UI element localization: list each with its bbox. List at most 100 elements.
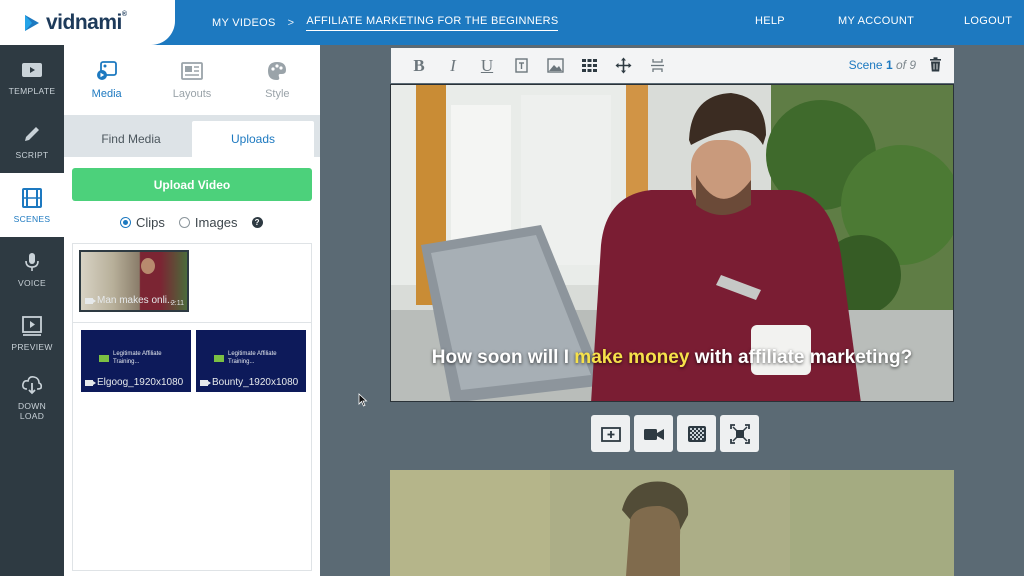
images-radio-dot [178,217,190,228]
tab-media[interactable]: Media [64,45,149,115]
scene-counter: Scene 1 of 9 [849,58,916,72]
breadcrumb: MY VIDEOS > AFFILIATE MARKETING FOR THE … [212,15,559,31]
clips-radio-label: Clips [136,215,165,230]
clip-name: Elgoog_1920x1080 [97,377,184,388]
breadcrumb-separator: > [287,17,295,29]
image-icon [546,58,564,73]
video-camera-icon [85,297,96,304]
media-type-filter: Clips Images ? [120,215,263,230]
tab-layouts[interactable]: Layouts [149,45,234,115]
film-icon [22,187,42,208]
rail-item-scenes[interactable]: SCENES [0,173,64,237]
image-button[interactable] [538,55,572,77]
text-toolbar: B I U Scene 1 of 9 [391,48,954,83]
clips-radio[interactable]: Clips [120,215,165,230]
tab-uploads[interactable]: Uploads [192,121,314,157]
subtitle-end: with affiliate marketing? [689,347,913,368]
palette-icon [268,62,287,80]
tab-style-label: Style [265,88,290,100]
top-bar: vidnami® MY VIDEOS > AFFILIATE MARKETING… [0,0,1024,45]
rail-item-voice[interactable]: VOICE [0,237,64,301]
panel-tabs: Media Layouts Style [64,45,320,115]
help-link[interactable]: HELP [755,15,785,27]
left-rail: TEMPLATE SCRIPT SCENES VOICE PREVIEW DOW… [0,45,64,576]
clip-thumb-man[interactable]: Man makes onli... 2:11 [79,250,189,312]
my-account-link[interactable]: MY ACCOUNT [838,15,914,27]
video-camera-icon [643,428,664,440]
rail-label-voice: VOICE [18,277,46,288]
help-icon[interactable]: ? [251,217,263,228]
download-icon [22,375,43,394]
layouts-icon [181,62,203,80]
preview-icon [22,315,42,336]
breadcrumb-current[interactable]: AFFILIATE MARKETING FOR THE BEGINNERS [306,15,559,31]
spacing-icon [650,59,664,72]
rail-label-scenes: SCENES [13,213,51,224]
slide-caption-text: Legitimate Affiliate Training... [228,351,277,365]
upload-video-button[interactable]: Upload Video [72,168,312,201]
trash-icon[interactable] [929,57,942,72]
clip-label: Bounty_1920x1080 [200,377,302,388]
overlay-button[interactable] [677,415,716,452]
slide-caption: Legitimate Affiliate Training... [99,350,173,366]
checker-icon [687,425,706,442]
rail-item-download[interactable]: DOWN LOAD [0,365,64,429]
text-frame-button[interactable] [504,55,538,77]
thumb-face [141,258,155,274]
graduation-cap-icon [99,354,109,362]
mouse-cursor-icon [358,393,368,407]
tab-media-label: Media [91,88,122,100]
add-box-icon [600,426,621,442]
text-frame-icon [514,58,528,73]
video-camera-icon [85,379,96,386]
scene-subtitle[interactable]: How soon will I make money with affiliat… [391,347,953,369]
expand-icon [729,423,750,444]
grid-button[interactable] [572,55,606,77]
rail-item-script[interactable]: SCRIPT [0,109,64,173]
grid-icon [581,59,597,72]
subtitle-highlight: make money [574,347,690,368]
slide-caption-text: Legitimate Affiliate Training... [113,351,162,365]
microphone-icon [25,252,39,271]
tab-layouts-label: Layouts [172,88,212,100]
rail-item-template[interactable]: TEMPLATE [0,45,64,109]
next-scene-frame [390,470,954,576]
breadcrumb-my-videos[interactable]: MY VIDEOS [212,17,276,29]
rail-label-template: TEMPLATE [8,85,56,96]
scene-canvas[interactable]: How soon will I make money with affiliat… [390,84,954,402]
bold-button[interactable]: B [402,55,436,77]
rail-label-download-1: DOWN [17,400,47,411]
move-icon [615,57,631,74]
clip-name: Bounty_1920x1080 [212,377,299,388]
move-button[interactable] [606,55,640,77]
subtitle-start: How soon will I [431,347,575,368]
rail-label-preview: PREVIEW [11,341,53,352]
pencil-icon [25,126,39,141]
scene-word: Scene [848,58,883,72]
spacing-button[interactable] [640,55,674,77]
underline-button[interactable]: U [470,55,504,77]
fit-frame-button[interactable] [720,415,759,452]
scene-tools [591,415,759,452]
graduation-cap-icon [214,354,224,362]
tab-style[interactable]: Style [235,45,320,115]
rail-label-download-2: LOAD [19,410,45,421]
media-icon [96,61,117,80]
clip-thumb-elgoog[interactable]: Legitimate Affiliate Training... Elgoog_… [81,330,191,392]
italic-button[interactable]: I [436,55,470,77]
media-panel: Media Layouts Style Find Media Uploads U… [64,45,320,576]
images-radio[interactable]: Images [178,215,238,230]
tab-find-media[interactable]: Find Media [70,121,192,157]
logo-text: vidnami® [46,10,127,34]
scene-current: 1 [885,58,893,72]
clip-thumb-bounty[interactable]: Legitimate Affiliate Training... Bounty_… [196,330,306,392]
vidnami-logo-icon [25,14,39,31]
add-text-box-button[interactable] [591,415,630,452]
uploads-grid: Man makes onli... 2:11 Legitimate Affili… [72,243,312,571]
clip-duration: 2:11 [170,300,184,307]
logo[interactable]: vidnami® [0,0,175,45]
change-video-button[interactable] [634,415,673,452]
rail-item-preview[interactable]: PREVIEW [0,301,64,365]
logout-link[interactable]: LOGOUT [964,15,1012,27]
next-scene-canvas[interactable] [390,470,954,576]
